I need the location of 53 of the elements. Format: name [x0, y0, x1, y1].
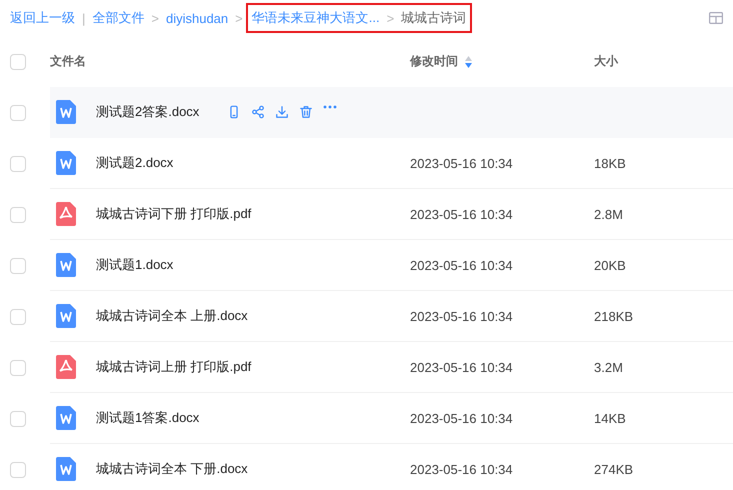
file-size: 2.8M [594, 206, 623, 222]
breadcrumb-separator: | [82, 10, 86, 26]
word-document-icon [56, 457, 76, 481]
row-checkbox[interactable] [10, 410, 26, 426]
modified-time: 2023-05-16 10:34 [410, 410, 514, 426]
word-document-icon [56, 100, 76, 124]
modified-time: 2023-05-16 10:34 [410, 156, 514, 170]
file-size: 3.2M [594, 360, 623, 374]
breadcrumb-separator: > [235, 10, 243, 26]
file-name[interactable]: 测试题2答案.docx [96, 103, 200, 121]
file-size: 14KB [594, 410, 626, 426]
word-document-icon [56, 253, 76, 277]
file-name[interactable]: 测试题1答案.docx [96, 409, 200, 427]
word-document-icon [56, 151, 76, 175]
file-size: 20KB [594, 258, 626, 272]
row-checkbox[interactable] [10, 360, 26, 376]
modified-time: 2023-05-16 10:34 [410, 462, 514, 476]
column-header[interactable]: 大小 [594, 53, 618, 70]
modified-time: 2023-05-16 10:34 [410, 308, 514, 324]
file-name[interactable]: 城城古诗词全本 下册.docx [96, 460, 248, 478]
select-all-checkbox[interactable] [10, 54, 26, 70]
word-document-icon [56, 304, 76, 328]
share-icon[interactable] [251, 105, 265, 119]
file-size: 274KB [594, 462, 634, 476]
row-checkbox[interactable] [10, 104, 26, 120]
file-name[interactable]: 测试题1.docx [96, 256, 174, 274]
row-checkbox[interactable] [10, 308, 26, 324]
download-icon[interactable] [275, 105, 289, 119]
trash-icon[interactable] [299, 105, 313, 119]
hovered-row[interactable]: 测试题2答案.docx [50, 87, 733, 138]
column-header[interactable]: 修改时间 [410, 53, 472, 70]
file-size: 218KB [594, 308, 634, 324]
pdf-document-icon [56, 355, 76, 379]
pdf-document-icon [56, 202, 76, 226]
file-name[interactable]: 城城古诗词上册 打印版.pdf [96, 358, 252, 376]
breadcrumb-separator: > [151, 10, 159, 26]
row-checkbox[interactable] [10, 462, 26, 478]
row-checkbox[interactable] [10, 156, 26, 172]
row-checkbox[interactable] [10, 258, 26, 274]
modified-time: 2023-05-16 10:34 [410, 360, 514, 374]
word-document-icon [56, 406, 76, 430]
grid-view-icon[interactable] [709, 12, 723, 24]
file-name[interactable]: 测试题2.docx [96, 154, 174, 172]
breadcrumb-separator: > [386, 10, 394, 26]
sort-icon[interactable] [465, 56, 472, 68]
modified-time: 2023-05-16 10:34 [410, 206, 514, 222]
column-header[interactable]: 文件名 [50, 53, 86, 70]
file-name[interactable]: 城城古诗词下册 打印版.pdf [96, 205, 252, 223]
file-size: 18KB [594, 156, 626, 170]
current-folder[interactable]: 城城古诗词 [401, 9, 466, 27]
modified-time: 2023-05-16 10:34 [410, 258, 514, 272]
file-name[interactable]: 城城古诗词全本 上册.docx [96, 307, 248, 325]
row-checkbox[interactable] [10, 206, 26, 222]
